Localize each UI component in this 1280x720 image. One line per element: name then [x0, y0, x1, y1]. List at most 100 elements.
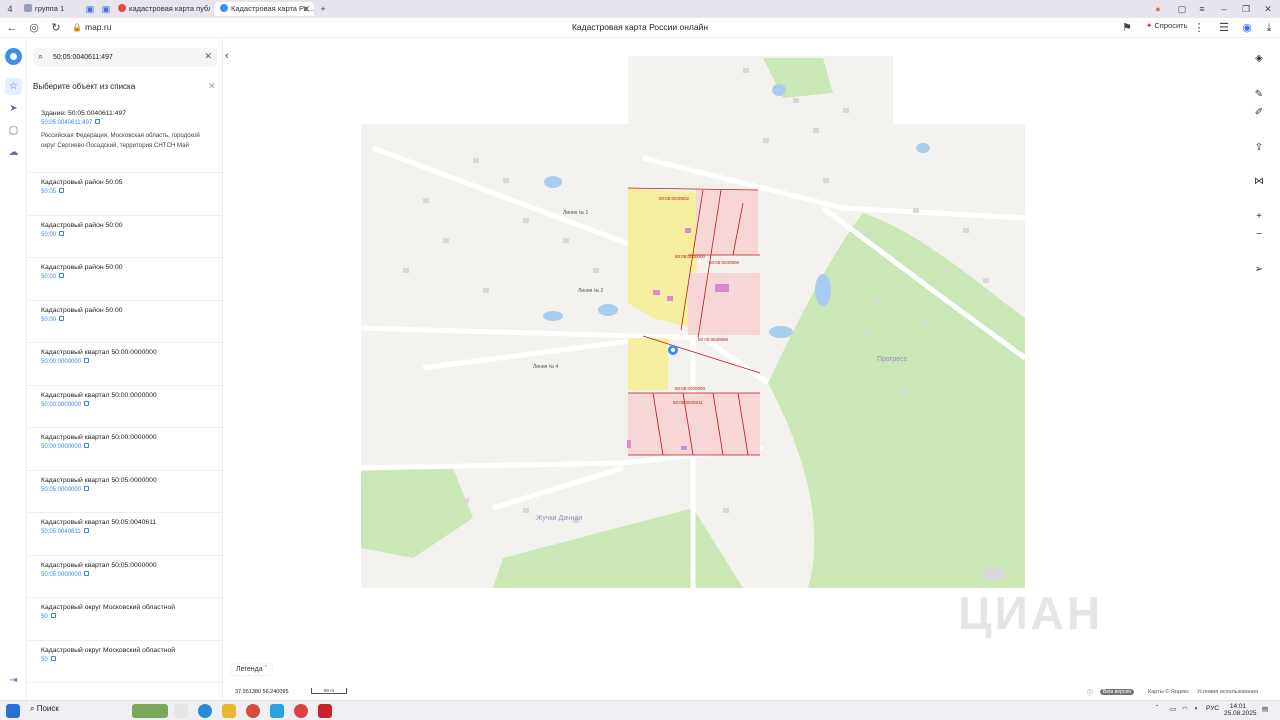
new-tab-button[interactable]: + [317, 3, 329, 15]
tab-cadastral-public[interactable]: кадастровая карта публ... [118, 2, 210, 16]
list-item[interactable]: Кадастровый квартал 50:05:0040611 50:05:… [27, 513, 222, 556]
list-item[interactable]: Кадастровый район 50:00 50:00 [27, 258, 222, 301]
copy-icon[interactable] [84, 400, 90, 406]
info-icon[interactable]: ⓘ [1087, 688, 1093, 697]
ask-button[interactable]: ✦ Спросить [1146, 21, 1188, 30]
upload-icon[interactable]: ⇪ [1250, 139, 1268, 157]
copy-icon[interactable] [59, 188, 65, 193]
copy-icon[interactable] [84, 358, 90, 363]
panel-title: Выберите объект из списка [33, 82, 136, 91]
copy-icon[interactable] [59, 230, 65, 236]
task-view-icon[interactable] [174, 704, 188, 718]
cloud-icon[interactable]: ☁ [5, 144, 22, 161]
parcel-label: 50:05:0040606 [709, 260, 740, 265]
map-canvas[interactable]: 50:05:0040602 50:05:0000000 50:05:004060… [223, 38, 1280, 700]
profile-icon[interactable]: ◉ [1240, 21, 1254, 35]
edit-icon[interactable]: ✐ [1250, 104, 1268, 122]
result-list: Здание: 50:05:0040611:497 50:05:0040611:… [27, 104, 222, 683]
list-item[interactable]: Кадастровый район 50:00 50:00 [27, 216, 222, 258]
start-icon[interactable] [6, 704, 20, 718]
bookmark-icon[interactable]: ⚑ [1120, 21, 1134, 35]
location-marker[interactable] [668, 345, 678, 355]
share-icon[interactable]: ⋈ [1250, 173, 1268, 191]
widget-icon[interactable] [132, 704, 168, 718]
download-icon[interactable]: ⤓ [1262, 21, 1276, 35]
navigate-icon[interactable]: ➤ [5, 100, 22, 117]
list-item[interactable]: Кадастровый квартал 50:00:0000000 50:00:… [27, 428, 222, 471]
more-icon[interactable]: ⋮ [1192, 21, 1206, 35]
pond [772, 84, 786, 96]
list-item[interactable]: Кадастровый район 50:00 50:00 [27, 301, 222, 343]
wifi-icon[interactable]: ◠ [1182, 705, 1188, 713]
tab-group-1[interactable]: группа 1 [24, 2, 76, 16]
tab-cadastral-russia[interactable]: Кадастровая карта Ро... ✕ [214, 2, 314, 16]
menu-icon[interactable]: ≡ [1196, 3, 1208, 15]
reader-icon[interactable]: ☰ [1217, 21, 1231, 35]
list-item[interactable]: Кадастровый район 50:05 50:05 [27, 173, 222, 216]
close-icon[interactable]: ✕ [208, 81, 216, 92]
minimize-icon[interactable]: – [1218, 3, 1230, 15]
zoom-out-icon[interactable]: − [1250, 226, 1268, 244]
layers-icon[interactable]: ◈ [1250, 50, 1268, 68]
site-protect-icon[interactable]: ◎ [27, 21, 41, 35]
copy-icon[interactable] [84, 443, 90, 448]
copyright[interactable]: Карты © Яндекс [1148, 689, 1189, 695]
search-input[interactable] [53, 50, 198, 65]
tab-count-icon[interactable]: 4 [4, 3, 16, 15]
notifications-icon[interactable]: ▤ [1262, 705, 1268, 713]
area-icon[interactable]: ▢ [5, 122, 22, 139]
list-item[interactable]: Кадастровый квартал 50:05:0000000 50:05:… [27, 471, 222, 513]
clock[interactable]: 14:01 25.08.2025 [1224, 703, 1257, 717]
explorer-icon[interactable] [222, 704, 236, 718]
page-title: Кадастровая карта России онлайн [571, 22, 709, 32]
copy-icon[interactable] [95, 119, 101, 124]
tray-chevron-icon[interactable]: ˆ [1156, 705, 1158, 712]
logo-icon[interactable] [5, 48, 22, 65]
list-item[interactable]: Кадастровый округ Московский областной 5… [27, 598, 222, 641]
copy-icon[interactable] [83, 528, 89, 533]
close-window-icon[interactable]: ✕ [1262, 3, 1274, 15]
geolocation-icon[interactable]: ➢ [1250, 261, 1268, 279]
copy-icon[interactable] [50, 655, 56, 661]
copy-icon[interactable] [59, 273, 65, 278]
copy-icon[interactable] [59, 315, 65, 321]
bookmarks-icon[interactable]: ▢ [1176, 3, 1188, 15]
list-item[interactable]: Здание: 50:05:0040611:497 50:05:0040611:… [27, 104, 222, 173]
clear-icon[interactable]: ✕ [204, 51, 212, 62]
list-item[interactable]: Кадастровый квартал 50:05:0000000 50:05:… [27, 556, 222, 598]
extension-icon[interactable]: ● [1152, 3, 1164, 15]
app-icon[interactable] [318, 704, 332, 718]
pinned-tab-icon[interactable]: ▣ [100, 3, 112, 15]
ruler-icon[interactable]: ✎ [1250, 86, 1268, 104]
taskbar-search[interactable]: ⌕ Поиск [30, 704, 59, 714]
reload-icon[interactable]: ↻ [49, 21, 63, 35]
legend-button[interactable]: Легенда ˆ [231, 664, 272, 675]
edge-icon[interactable] [198, 704, 212, 718]
map-view[interactable]: ‹ 50:05:0040602 50:05:0000000 50:05:0040… [223, 38, 1280, 700]
pinned-tab-icon[interactable]: ▣ [84, 3, 96, 15]
close-icon[interactable]: ✕ [302, 2, 310, 16]
list-item[interactable]: Кадастровый округ Московский областной 5… [27, 641, 222, 683]
copy-icon[interactable] [84, 485, 90, 491]
url-field[interactable]: map.ru [85, 22, 111, 32]
list-item[interactable]: Кадастровый квартал 50:00:0000000 50:00:… [27, 343, 222, 386]
terms-link[interactable]: Условия использования [1197, 689, 1258, 695]
copy-icon[interactable] [50, 613, 56, 618]
lock-icon[interactable]: 🔒 [70, 21, 84, 35]
scale-bar: 50 m [311, 688, 347, 694]
list-item[interactable]: Кадастровый квартал 50:00:0000000 50:00:… [27, 386, 222, 428]
restore-icon[interactable]: ❐ [1240, 3, 1252, 15]
volume-icon[interactable]: ◖ [1194, 705, 1198, 712]
logout-icon[interactable]: ⇥ [5, 672, 22, 689]
chrome-icon[interactable] [246, 704, 260, 718]
favorites-icon[interactable]: ☆ [5, 78, 22, 95]
language[interactable]: РУС [1206, 705, 1219, 712]
network-icon[interactable]: ▭ [1170, 705, 1176, 713]
copy-icon[interactable] [84, 570, 90, 576]
yandex-icon[interactable] [294, 704, 308, 718]
back-icon[interactable]: ← [5, 21, 19, 35]
address-bar: ← ◎ ↻ 🔒 map.ru Кадастровая карта России … [0, 18, 1280, 38]
parcel-label: 50:05:0000000 [675, 386, 706, 391]
telegram-icon[interactable] [270, 704, 284, 718]
zoom-in-icon[interactable]: + [1250, 208, 1268, 226]
